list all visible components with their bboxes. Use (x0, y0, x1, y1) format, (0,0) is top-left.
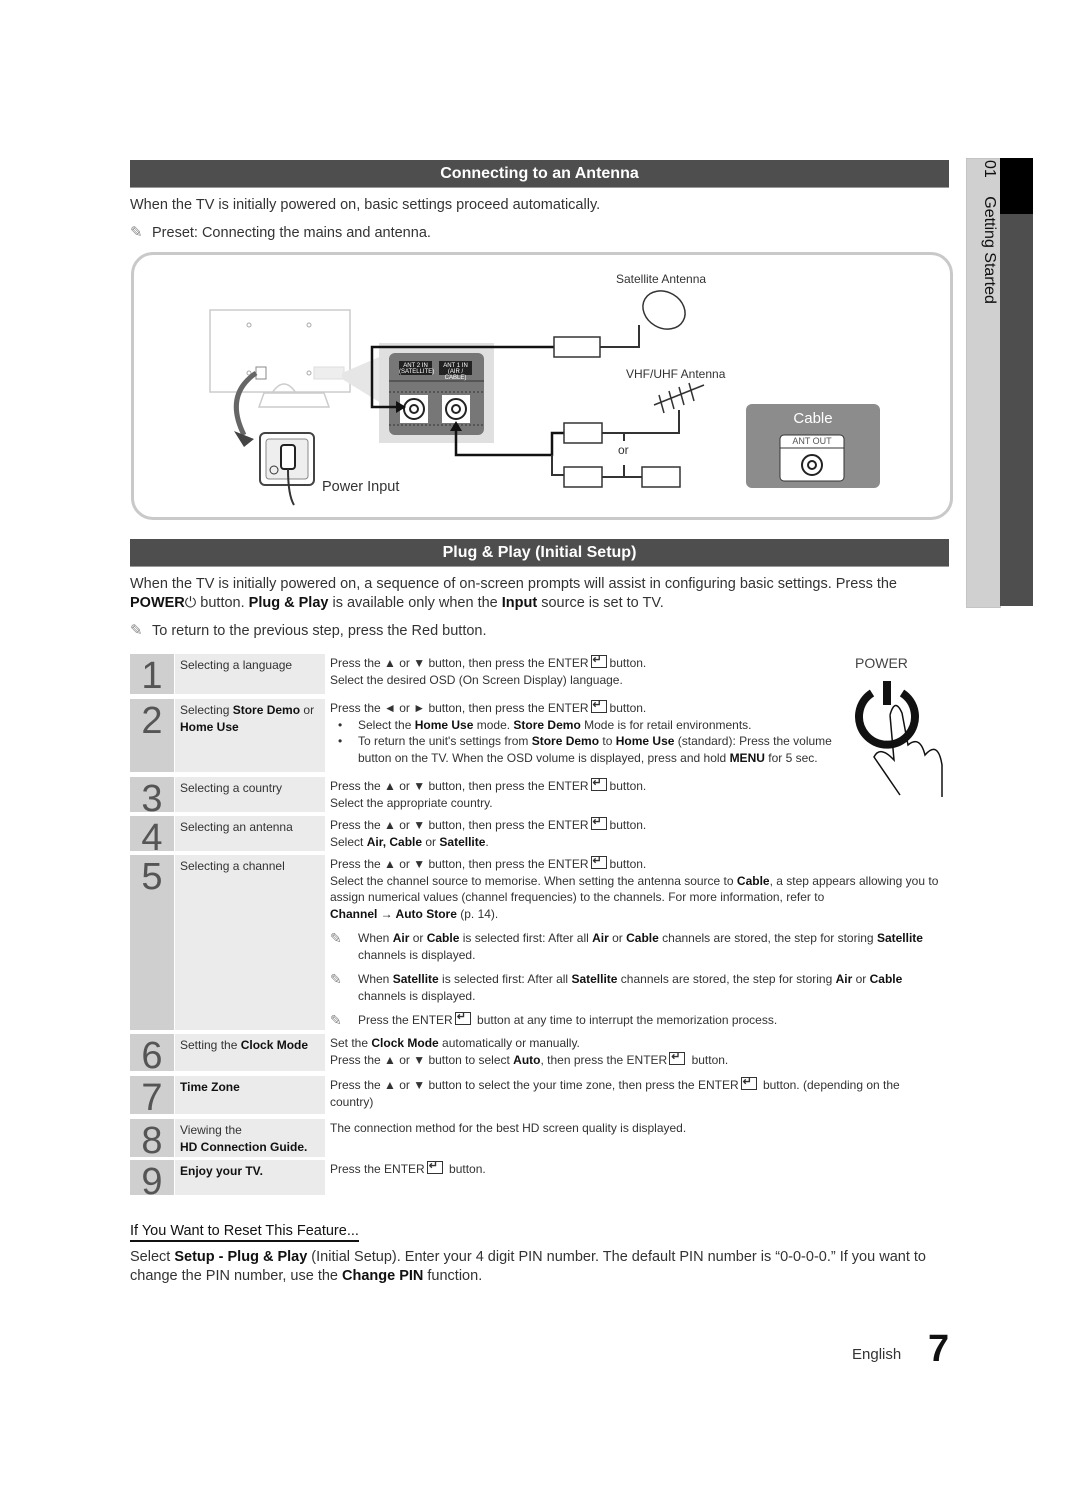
reset-heading: If You Want to Reset This Feature... (130, 1223, 359, 1242)
step-number: 3 (130, 777, 174, 820)
power-socket-icon (259, 432, 315, 506)
coax-connector-icon (563, 466, 603, 488)
step-description: Set the Clock Mode automatically or manu… (330, 1035, 950, 1068)
power-symbol-icon: ⏻ (184, 595, 197, 611)
step-number: 9 (130, 1160, 174, 1203)
satellite-dish-icon (642, 290, 686, 330)
step-number: 7 (130, 1076, 174, 1119)
chapter-tab-bar (1000, 158, 1033, 606)
vhf-antenna-label: VHF/UHF Antenna (626, 367, 726, 381)
step-description: The connection method for the best HD sc… (330, 1121, 687, 1135)
chapter-number: 01 (981, 160, 998, 178)
step-description: Press the ▲ or ▼ button to select the yo… (330, 1074, 910, 1110)
step-description: Press the ENTER button. (330, 1158, 950, 1178)
step-description: Press the ◄ or ► button, then press the … (330, 697, 840, 766)
step-title: Setting the Clock Mode (175, 1034, 325, 1071)
step-title: Selecting Store Demo or Home Use (175, 699, 325, 772)
step-title: Selecting an antenna (175, 816, 325, 851)
step-title: Selecting a country (175, 777, 325, 812)
antenna-intro: When the TV is initially powered on, bas… (130, 197, 601, 213)
step-title: Time Zone (175, 1076, 325, 1114)
curved-arrow-icon (233, 370, 258, 437)
plug-play-note-text: To return to the previous step, press th… (152, 623, 487, 639)
step-number: 4 (130, 816, 174, 859)
tv-back-icon (209, 309, 384, 408)
step-description: Press the ▲ or ▼ button, then press the … (330, 853, 950, 1029)
vhf-antenna-icon (653, 382, 705, 414)
enter-icon (590, 652, 607, 669)
plug-play-intro: When the TV is initially powered on, a s… (130, 576, 897, 611)
chapter-title: Getting Started (981, 196, 998, 304)
antenna-note-text: Preset: Connecting the mains and antenna… (152, 225, 431, 241)
section-title-antenna: Connecting to an Antenna (130, 160, 949, 188)
reset-text: Select Setup - Plug & Play (Initial Setu… (130, 1249, 926, 1284)
enter-icon (590, 814, 607, 831)
ant-out-label: ANT OUT (792, 436, 832, 446)
plug-play-note: ✎ To return to the previous step, press t… (130, 621, 487, 641)
note-pencil-icon: ✎ (330, 930, 342, 946)
footer-language: English (852, 1346, 902, 1363)
page-number: 7 (928, 1328, 950, 1370)
step-title: Selecting a language (175, 654, 325, 694)
step-title: Viewing the HD Connection Guide. (175, 1119, 325, 1157)
coax-connector-icon (641, 466, 681, 488)
satellite-connector-icon (553, 336, 601, 358)
enter-icon (590, 775, 607, 792)
antenna-note: ✎ Preset: Connecting the mains and antenn… (130, 223, 431, 243)
step-description: Press the ▲ or ▼ button, then press the … (330, 814, 950, 850)
step-number: 6 (130, 1034, 174, 1077)
power-input-label: Power Input (322, 479, 400, 495)
note-pencil-icon: ✎ (330, 971, 342, 987)
step-description: Press the ▲ or ▼ button, then press the … (330, 652, 950, 688)
enter-icon (426, 1158, 443, 1175)
enter-icon (669, 1049, 686, 1065)
step-number: 1 (130, 654, 174, 697)
step-number: 8 (130, 1119, 174, 1162)
step-number: 5 (130, 855, 174, 1030)
ant1-label: ANT 1 IN (AIR / CABLE) (443, 363, 468, 381)
chapter-label: 01 Getting Started (968, 160, 998, 360)
ant2-label: ANT 2 IN (SATELLITE) (399, 363, 435, 375)
enter-icon (454, 1009, 471, 1026)
note-pencil-icon: ✎ (130, 622, 143, 639)
satellite-antenna-label: Satellite Antenna (616, 272, 707, 286)
cable-label: Cable (793, 410, 833, 427)
antenna-panel (379, 343, 494, 443)
step-number: 2 (130, 699, 174, 772)
enter-icon (590, 697, 607, 714)
antenna-connection-diagram: Satellite Antenna VHF/UHF Antenna ANT 2 … (131, 252, 953, 520)
diagram-graphic (209, 290, 880, 506)
step-description: Press the ▲ or ▼ button, then press the … (330, 775, 950, 811)
step-title: Selecting a channel (175, 855, 325, 1030)
coax-connector-icon (563, 422, 603, 444)
section-title-plug-play: Plug & Play (Initial Setup) (130, 539, 949, 567)
or-label: or (618, 443, 629, 457)
enter-icon (590, 853, 607, 870)
enter-icon (740, 1074, 757, 1091)
step-title: Enjoy your TV. (175, 1160, 325, 1195)
chapter-tab-marker (1000, 158, 1033, 214)
note-pencil-icon: ✎ (130, 224, 143, 241)
note-pencil-icon: ✎ (330, 1012, 342, 1028)
